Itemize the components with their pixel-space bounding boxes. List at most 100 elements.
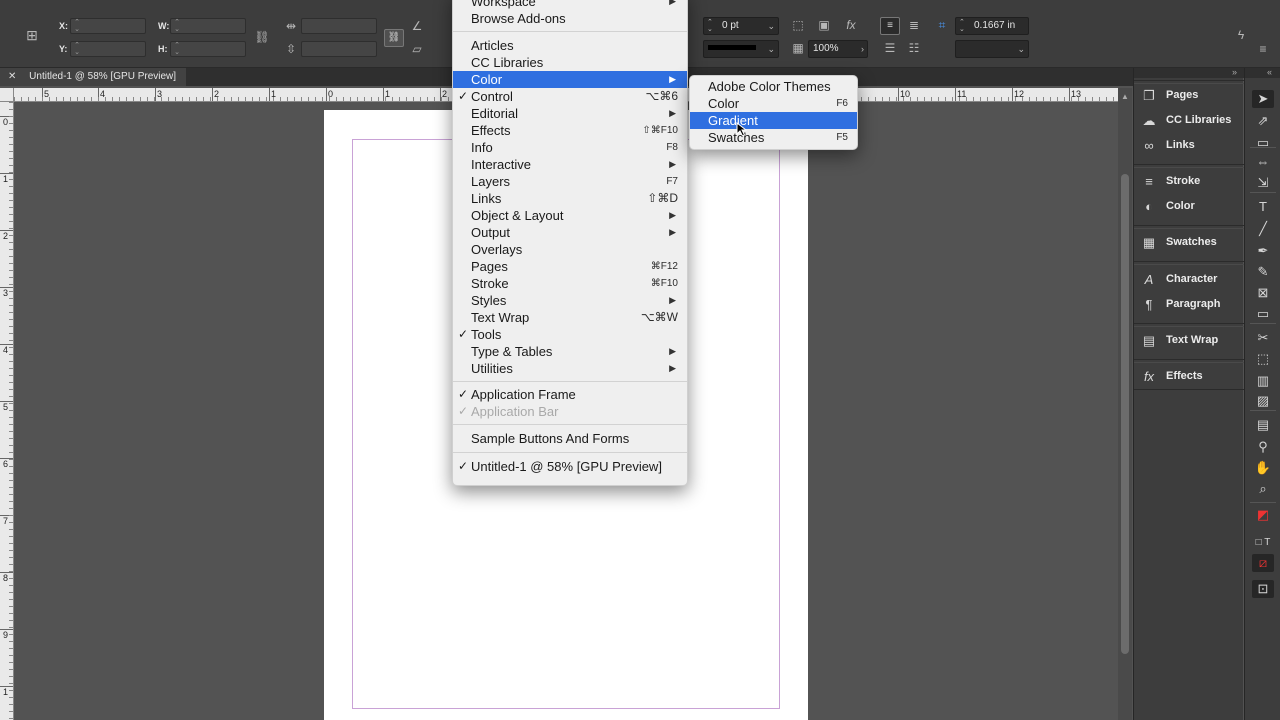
panel-group-divider[interactable] [1134, 164, 1244, 168]
distribute-icon[interactable]: ☰ [882, 41, 898, 55]
menu-item[interactable]: Color ▶ [453, 71, 687, 88]
opacity-icon[interactable]: ▦ [790, 41, 806, 55]
direct-selection-tool-icon[interactable]: ⇗ [1252, 112, 1274, 130]
submenu-item[interactable]: Adobe Color Themes [690, 78, 857, 95]
menu-item[interactable]: CC Libraries [453, 54, 687, 71]
frame-offset-field[interactable]: ⌃ ⌄ 0.1667 in [955, 17, 1029, 35]
x-field[interactable] [70, 18, 146, 34]
panel-tab[interactable]: ≡ Stroke [1134, 171, 1244, 193]
page-tool-icon[interactable]: ▭ [1252, 134, 1274, 152]
align-left-button[interactable]: ≡ [880, 17, 900, 35]
stroke-weight-field[interactable]: ⌃ ⌄ 0 pt ⌄ [703, 17, 779, 35]
panel-tab[interactable]: ▦ Swatches [1134, 232, 1244, 254]
submenu-item[interactable]: Color F6 [690, 95, 857, 112]
zoom-tool-icon[interactable]: ⌕ [1252, 480, 1274, 498]
menu-item[interactable]: Links ⇧⌘D [453, 190, 687, 207]
h-stepper[interactable]: ⌃ ⌄ [173, 42, 181, 56]
frame-offset-stepper[interactable]: ⌃ ⌄ [959, 19, 965, 33]
constrain-scale-button[interactable]: ⛓ [384, 29, 404, 47]
lightning-icon[interactable]: ϟ [1233, 28, 1249, 42]
rectangle-tool-icon[interactable]: ▭ [1252, 305, 1274, 323]
menu-item[interactable]: Type & Tables ▶ [453, 343, 687, 360]
panel-tab[interactable]: ¶ Paragraph [1134, 294, 1244, 316]
scrollbar-thumb[interactable] [1121, 174, 1129, 654]
scale-x-icon[interactable]: ⇹ [283, 19, 299, 33]
submenu-item[interactable]: Swatches F5 [690, 129, 857, 146]
vertical-scrollbar[interactable]: ▲ [1118, 88, 1132, 720]
note-tool-icon[interactable]: ▤ [1252, 416, 1274, 434]
x-stepper[interactable]: ⌃ ⌄ [73, 19, 81, 33]
scale-x-field[interactable] [301, 18, 377, 34]
y-field[interactable] [70, 41, 146, 57]
chevron-down-icon[interactable]: ⌄ [767, 18, 775, 34]
menu-item[interactable]: Workspace ▶ [453, 0, 687, 10]
menu-item[interactable]: Effects ⇧⌘F10 [453, 122, 687, 139]
free-transform-tool-icon[interactable]: ⬚ [1252, 350, 1274, 368]
panel-tab[interactable]: ❐ Pages [1134, 85, 1244, 107]
distribute-spacing-icon[interactable]: ☷ [906, 41, 922, 55]
scale-y-field[interactable] [301, 41, 377, 57]
apply-none-icon[interactable]: ⧄ [1252, 554, 1274, 572]
menu-item[interactable]: Browse Add-ons [453, 10, 687, 27]
menu-item[interactable]: Object & Layout ▶ [453, 207, 687, 224]
opacity-field[interactable]: 100% › [808, 40, 868, 58]
stroke-weight-stepper[interactable]: ⌃ ⌄ [707, 19, 713, 33]
menu-item[interactable]: Styles ▶ [453, 292, 687, 309]
w-stepper[interactable]: ⌃ ⌄ [173, 19, 181, 33]
scissors-tool-icon[interactable]: ✂ [1252, 329, 1274, 347]
panel-group-divider[interactable] [1134, 80, 1244, 84]
gap-tool-icon[interactable]: ⇔ [1252, 153, 1274, 171]
scale-y-icon[interactable]: ⇳ [283, 42, 299, 56]
menu-item[interactable]: Sample Buttons And Forms [453, 430, 687, 447]
reference-point-icon[interactable]: ⊞ [24, 28, 40, 42]
panel-tab[interactable]: ☁ CC Libraries [1134, 110, 1244, 132]
type-tool-icon[interactable]: T [1252, 198, 1274, 216]
menu-item[interactable]: Articles [453, 37, 687, 54]
fill-stroke-swatch-icon[interactable]: ◩ [1252, 506, 1274, 524]
collapse-icon[interactable]: « [1267, 67, 1272, 77]
rectangle-frame-tool-icon[interactable]: ⊠ [1252, 284, 1274, 302]
stroke-type-select[interactable]: ⌄ [703, 40, 779, 58]
pencil-tool-icon[interactable]: ✎ [1252, 263, 1274, 281]
h-field[interactable] [170, 41, 246, 57]
panel-tab[interactable]: ◐ Color [1134, 196, 1244, 218]
w-field[interactable] [170, 18, 246, 34]
menu-item[interactable]: ✓ Untitled-1 @ 58% [GPU Preview] [453, 458, 687, 475]
menu-item[interactable]: ✓ Application Frame [453, 386, 687, 403]
panel-group-divider[interactable] [1134, 261, 1244, 265]
content-collector-tool-icon[interactable]: ⇲ [1252, 174, 1274, 192]
panel-tab[interactable]: A Character [1134, 269, 1244, 291]
fx-icon[interactable]: fx [843, 18, 859, 32]
menu-item[interactable]: ✓ Tools [453, 326, 687, 343]
menu-item[interactable]: Layers F7 [453, 173, 687, 190]
panel-tab[interactable]: fx Effects [1134, 366, 1244, 388]
rotation-angle-icon[interactable]: ∠ [409, 19, 425, 33]
pen-tool-icon[interactable]: ✒ [1252, 242, 1274, 260]
menu-item[interactable]: Pages ⌘F12 [453, 258, 687, 275]
constrain-proportions-icon[interactable]: ⛓ [254, 30, 270, 44]
menu-item[interactable]: Editorial ▶ [453, 105, 687, 122]
eyedropper-tool-icon[interactable]: ⚲ [1252, 438, 1274, 456]
hand-tool-icon[interactable]: ✋ [1252, 459, 1274, 477]
screen-mode-icon[interactable]: ⊡ [1252, 580, 1274, 598]
fill-frame-icon[interactable]: ⬚ [790, 18, 806, 32]
menu-item[interactable]: Stroke ⌘F10 [453, 275, 687, 292]
chevron-down-icon[interactable]: ⌄ [767, 41, 775, 57]
panel-group-divider[interactable] [1134, 225, 1244, 229]
menu-item[interactable]: Overlays [453, 241, 687, 258]
menu-item[interactable]: Interactive ▶ [453, 156, 687, 173]
document-tab[interactable]: ✕ Untitled-1 @ 58% [GPU Preview] [0, 68, 187, 86]
collapse-icon[interactable]: » [1232, 67, 1237, 77]
panel-group-divider[interactable] [1134, 323, 1244, 327]
menu-item[interactable]: ✓ Control ⌥⌘6 [453, 88, 687, 105]
frame-fitting-icon[interactable]: ⌗ [934, 18, 950, 32]
align-center-icon[interactable]: ≣ [906, 18, 922, 32]
panel-tab[interactable]: ∞ Links [1134, 135, 1244, 157]
formatting-affects-icon[interactable]: □ T [1252, 534, 1274, 552]
scroll-up-icon[interactable]: ▲ [1121, 92, 1129, 101]
shear-angle-icon[interactable]: ▱ [409, 42, 425, 56]
empty-select[interactable]: ⌄ [955, 40, 1029, 58]
panel-menu-icon[interactable]: ≡ [1255, 42, 1271, 56]
line-tool-icon[interactable]: ╱ [1252, 220, 1274, 238]
submenu-item[interactable]: Gradient [690, 112, 857, 129]
